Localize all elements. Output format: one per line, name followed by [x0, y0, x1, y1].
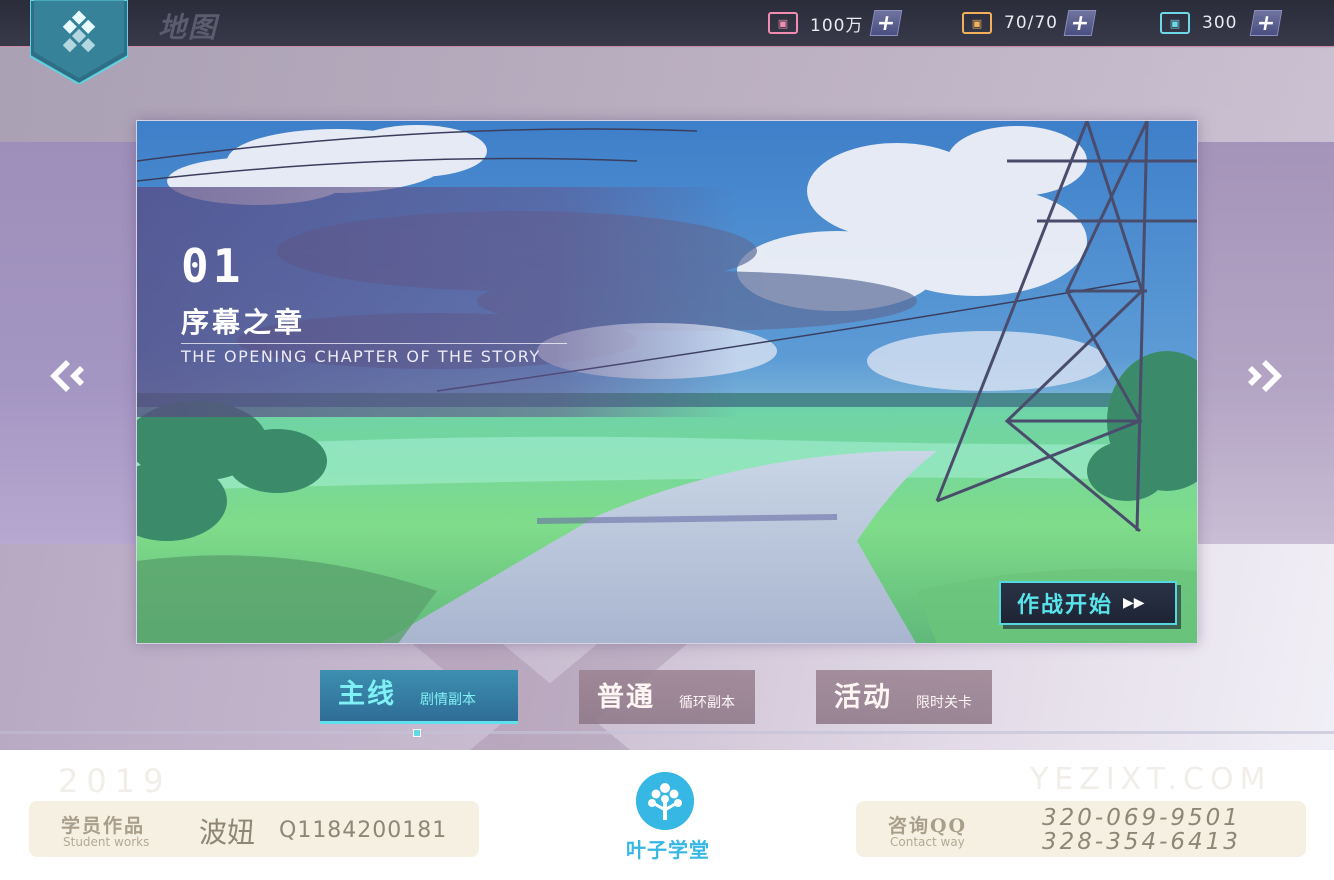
start-battle-label: 作战开始 — [1017, 593, 1114, 618]
add-coin-button[interactable]: + — [869, 10, 903, 36]
resource-stamina: ▣ 70/70 + — [962, 8, 1097, 38]
student-card: 学员作品 Student works 波妞 Q1184200181 — [29, 801, 479, 857]
background-right-panel — [1198, 142, 1334, 544]
tab-sublabel: 循环副本 — [679, 695, 735, 711]
start-battle-button[interactable]: 作战开始 ▶▶ — [999, 581, 1177, 625]
chapter-subtitle: THE OPENING CHAPTER OF THE STORY — [181, 347, 541, 366]
game-logo-icon[interactable] — [30, 0, 128, 84]
stamina-icon: ▣ — [962, 12, 992, 34]
student-qq: Q1184200181 — [279, 818, 448, 843]
page-title: 地图 — [158, 11, 219, 44]
resource-coin: ▣ 100万 + — [768, 8, 903, 38]
tab-sublabel: 限时关卡 — [916, 695, 972, 711]
background-left-panel — [0, 142, 136, 544]
divider — [181, 343, 567, 344]
contact-label-en: Contact way — [890, 835, 965, 849]
tab-rail — [0, 731, 1334, 734]
resource-gem: ▣ 300 + — [1160, 8, 1283, 38]
active-tab-indicator — [413, 729, 421, 737]
tab-label: 普通 — [597, 682, 655, 713]
tab-main-story[interactable]: 主线 剧情副本 — [320, 670, 518, 724]
watermark-year: 2019 — [58, 762, 172, 800]
contact-number-2: 328-354-6413 — [1042, 829, 1241, 855]
tab-normal[interactable]: 普通 循环副本 — [579, 670, 755, 724]
contact-card: 咨询QQ Contact way 320-069-9501 328-354-64… — [856, 801, 1306, 857]
student-name: 波妞 — [199, 816, 256, 849]
tab-label: 活动 — [834, 682, 892, 713]
tree-logo-icon — [636, 772, 694, 830]
prev-chapter-icon[interactable] — [40, 352, 88, 400]
student-label: 学员作品 — [61, 815, 146, 837]
gem-icon: ▣ — [1160, 12, 1190, 34]
contact-number-1: 320-069-9501 — [1042, 805, 1241, 831]
footer: 2019 YEZIXT.COM 学员作品 Student works 波妞 Q1… — [0, 750, 1334, 880]
add-stamina-button[interactable]: + — [1063, 10, 1097, 36]
student-label-en: Student works — [63, 835, 150, 849]
resource-value: 70/70 — [1004, 13, 1058, 33]
resource-value: 100万 — [810, 15, 864, 36]
brand-name: 叶子学堂 — [626, 838, 710, 862]
contact-label: 咨询QQ — [888, 815, 968, 837]
resource-value: 300 — [1202, 13, 1238, 33]
tab-sublabel: 剧情副本 — [420, 692, 476, 708]
chapter-name: 序幕之章 — [181, 306, 306, 339]
tab-label: 主线 — [338, 679, 396, 710]
stage-card[interactable]: 01 序幕之章 THE OPENING CHAPTER OF THE STORY… — [136, 120, 1198, 644]
fast-forward-icon: ▶▶ — [1123, 595, 1145, 611]
add-gem-button[interactable]: + — [1249, 10, 1283, 36]
game-screen: 地图 ▣ 100万 + ▣ 70/70 + ▣ 300 + 01 序幕之章 TH… — [0, 0, 1334, 750]
tab-event[interactable]: 活动 限时关卡 — [816, 670, 992, 724]
coin-icon: ▣ — [768, 12, 798, 34]
next-chapter-icon[interactable] — [1244, 352, 1292, 400]
chapter-number: 01 — [181, 239, 245, 293]
chapter-info-panel: 01 序幕之章 THE OPENING CHAPTER OF THE STORY — [137, 187, 737, 417]
watermark-site: YEZIXT.COM — [1030, 762, 1272, 797]
